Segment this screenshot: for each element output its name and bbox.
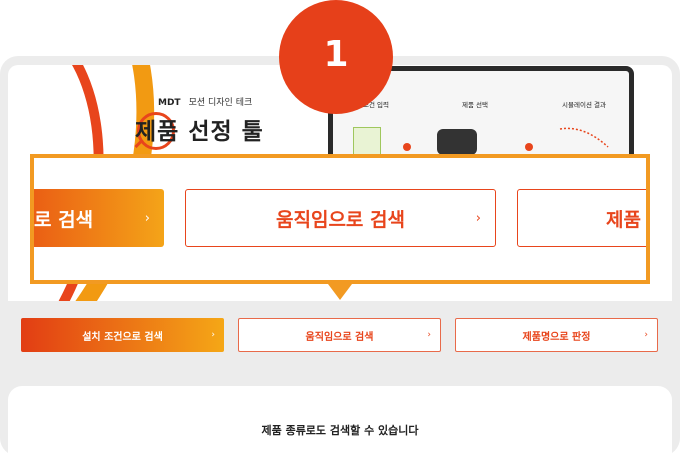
- chevron-right-icon: ›: [144, 210, 150, 226]
- chevron-right-icon: ›: [644, 330, 648, 340]
- tab-motion-search[interactable]: 움직임으로 검색 ›: [238, 318, 441, 352]
- tab-label: 로 검색: [34, 208, 94, 231]
- tab-product-name-judgement[interactable]: 제품명으로 판정 ›: [455, 318, 658, 352]
- tab-install-condition-search[interactable]: 설치 조건으로 검색 ›: [21, 318, 224, 352]
- product-image: [437, 129, 477, 155]
- zoomed-tab-motion-search[interactable]: 움직임으로 검색 ›: [185, 189, 496, 247]
- brand-logo: MDT 모션 디자인 테크: [158, 98, 253, 108]
- zoomed-tab-callout: 로 검색 › 움직임으로 검색 › 제품: [30, 154, 650, 284]
- chevron-right-icon: ›: [427, 330, 431, 340]
- laptop-step-label: 시뮬레이션 결과: [562, 101, 606, 109]
- chevron-right-icon: ›: [211, 330, 215, 340]
- install-thumbnail: [353, 127, 381, 155]
- step-dot: [403, 143, 411, 151]
- info-text: 제품 종류로도 검색할 수 있습니다: [261, 424, 419, 437]
- tab-label: 설치 조건으로 검색: [82, 331, 163, 343]
- result-graph: [558, 121, 610, 156]
- zoomed-tab-product-name[interactable]: 제품: [517, 189, 646, 247]
- tab-label: 움직임으로 검색: [305, 331, 374, 343]
- step-dot: [525, 143, 533, 151]
- step-number-badge: 1: [279, 0, 393, 114]
- chevron-right-icon: ›: [475, 210, 481, 226]
- tool-title: 제품 선정 툴: [135, 119, 264, 145]
- laptop-step-label: 제품 선택: [462, 101, 488, 109]
- info-card: [8, 386, 672, 456]
- tab-label: 움직임으로 검색: [276, 208, 405, 231]
- tab-label: 제품명으로 판정: [522, 331, 591, 343]
- tab-label: 제품: [606, 208, 641, 231]
- callout-pointer: [328, 284, 352, 300]
- zoomed-tab-install-search[interactable]: 로 검색 ›: [34, 189, 164, 247]
